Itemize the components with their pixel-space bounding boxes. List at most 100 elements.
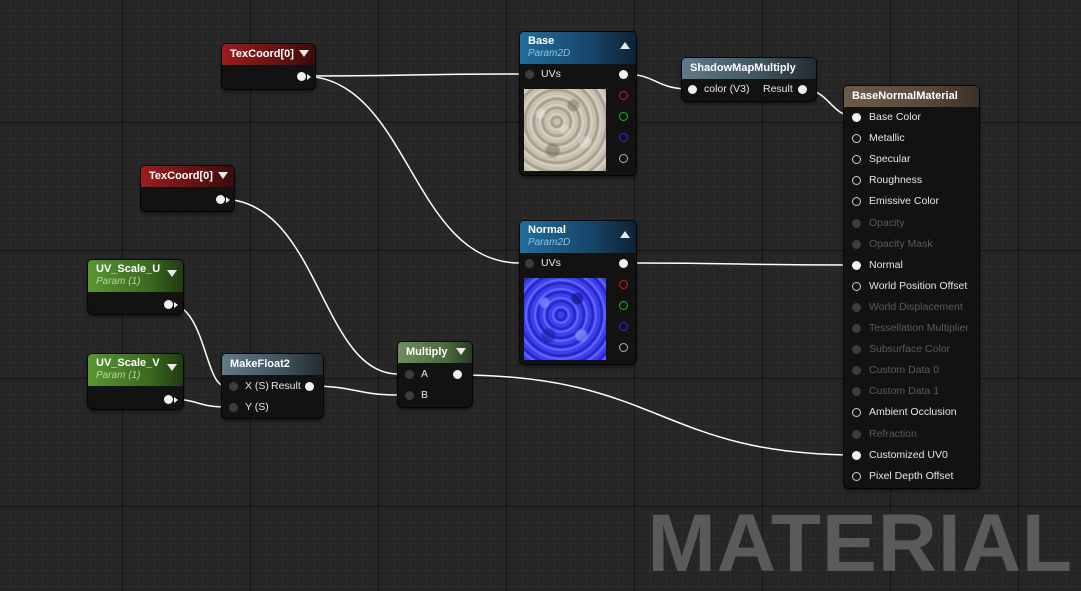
node-subtitle: Param (1) xyxy=(96,370,141,381)
output-pin[interactable] xyxy=(216,195,225,204)
input-pin-uvs[interactable] xyxy=(525,259,534,268)
output-pin[interactable] xyxy=(164,300,173,309)
material-input-pin[interactable] xyxy=(852,134,861,144)
material-input-pin[interactable] xyxy=(852,218,861,228)
collapse-arrow-icon[interactable] xyxy=(167,270,177,277)
base-texture-node[interactable]: Base Param2D UVs xyxy=(520,32,636,175)
output-pin[interactable] xyxy=(453,370,462,379)
material-input-pin[interactable] xyxy=(852,113,861,122)
collapse-arrow-icon[interactable] xyxy=(167,364,177,371)
output-pin-a[interactable] xyxy=(619,343,628,352)
material-input-label: Metallic xyxy=(869,132,905,145)
shadowmap-multiply-node[interactable]: ShadowMapMultiply color (V3) Result xyxy=(682,58,816,101)
base-texture-header[interactable]: Base Param2D xyxy=(520,32,636,64)
node-title: Base xyxy=(528,35,555,47)
wire-normal-to-material xyxy=(623,262,858,266)
node-title: Multiply xyxy=(406,346,448,358)
material-input-pin[interactable] xyxy=(852,450,861,460)
collapse-arrow-icon[interactable] xyxy=(620,231,630,238)
material-input-label: Emissive Color xyxy=(869,195,940,208)
output-pin-r[interactable] xyxy=(619,280,628,289)
material-watermark: MATERIAL xyxy=(647,498,1073,589)
output-pin-r[interactable] xyxy=(619,91,628,100)
material-input-pin[interactable] xyxy=(852,345,861,355)
pin-arrow-icon xyxy=(174,302,178,308)
normal-texture-header[interactable]: Normal Param2D xyxy=(520,221,636,253)
makefloat2-node[interactable]: MakeFloat2 X (S) Result Y (S) xyxy=(222,354,323,418)
material-input-pin[interactable] xyxy=(852,260,861,270)
material-input-pin[interactable] xyxy=(852,387,861,397)
uv-scale-u-node[interactable]: UV_Scale_U Param (1) xyxy=(88,260,183,314)
output-pin-g[interactable] xyxy=(619,301,628,310)
output-pin[interactable] xyxy=(164,395,173,404)
input-label-uvs: UVs xyxy=(541,68,561,80)
normal-texture-node[interactable]: Normal Param2D UVs xyxy=(520,221,636,364)
node-title: ShadowMapMultiply xyxy=(690,62,796,74)
node-subtitle: Param2D xyxy=(528,237,571,248)
collapse-arrow-icon[interactable] xyxy=(218,172,228,179)
normal-texture-preview xyxy=(524,278,606,360)
wire-multiply-to-customizeduv0 xyxy=(457,374,858,456)
input-label-color: color (V3) xyxy=(704,83,750,95)
output-pin-b[interactable] xyxy=(619,322,628,331)
input-pin-y[interactable] xyxy=(229,403,238,412)
material-input-pin[interactable] xyxy=(852,239,861,249)
material-input-pin[interactable] xyxy=(852,429,861,439)
material-input-pin[interactable] xyxy=(852,471,861,481)
multiply-header[interactable]: Multiply xyxy=(398,342,472,363)
pin-arrow-icon xyxy=(174,397,178,403)
material-result-header[interactable]: BaseNormalMaterial xyxy=(844,86,979,107)
material-input-label: Ambient Occlusion xyxy=(869,406,957,419)
uv-scale-v-header[interactable]: UV_Scale_V Param (1) xyxy=(88,354,183,386)
output-pin-result[interactable] xyxy=(305,382,314,391)
multiply-node[interactable]: Multiply A B xyxy=(398,342,472,407)
wire-makefloat2-to-multiply-b xyxy=(309,385,399,396)
texcoord-node-2[interactable]: TexCoord[0] xyxy=(141,166,234,211)
output-pin-rgb[interactable] xyxy=(619,70,628,79)
texcoord-node-2-header[interactable]: TexCoord[0] xyxy=(141,166,234,187)
output-pin-b[interactable] xyxy=(619,133,628,142)
input-pin-uvs[interactable] xyxy=(525,70,534,79)
output-label-result: Result xyxy=(763,83,793,95)
material-input-label: Refraction xyxy=(869,427,917,440)
node-title: UV_Scale_U xyxy=(96,263,161,275)
texcoord-node-1-header[interactable]: TexCoord[0] xyxy=(222,44,315,65)
output-pin-a[interactable] xyxy=(619,154,628,163)
collapse-arrow-icon[interactable] xyxy=(456,348,466,355)
input-pin-color[interactable] xyxy=(688,85,697,94)
base-texture-preview xyxy=(524,89,606,171)
material-input-pin[interactable] xyxy=(852,155,861,165)
material-result-node[interactable]: BaseNormalMaterial Base Color Metallic Spe… xyxy=(844,86,979,488)
collapse-arrow-icon[interactable] xyxy=(620,42,630,49)
input-pin-x[interactable] xyxy=(229,382,238,391)
material-input-pin[interactable] xyxy=(852,176,861,186)
material-input-pin[interactable] xyxy=(852,281,861,291)
node-title: TexCoord[0] xyxy=(149,170,213,182)
material-input-pin[interactable] xyxy=(852,366,861,376)
uv-scale-u-header[interactable]: UV_Scale_U Param (1) xyxy=(88,260,183,292)
input-label-y: Y (S) xyxy=(245,401,269,413)
material-input-pin[interactable] xyxy=(852,408,861,418)
material-input-label: Customized UV0 xyxy=(869,448,948,461)
output-pin-rgb[interactable] xyxy=(619,259,628,268)
material-input-pin[interactable] xyxy=(852,324,861,333)
input-label-b: B xyxy=(421,389,429,401)
texcoord-node-1[interactable]: TexCoord[0] xyxy=(222,44,315,89)
input-pin-b[interactable] xyxy=(405,391,414,400)
makefloat2-header[interactable]: MakeFloat2 xyxy=(222,354,323,375)
output-pin-result[interactable] xyxy=(798,85,807,94)
output-pin-g[interactable] xyxy=(619,112,628,121)
material-input-label: Subsurface Color xyxy=(869,343,951,356)
material-input-label: Pixel Depth Offset xyxy=(869,469,954,482)
uv-scale-v-node[interactable]: UV_Scale_V Param (1) xyxy=(88,354,183,409)
material-input-pin[interactable] xyxy=(852,302,861,312)
node-title: UV_Scale_V xyxy=(96,357,160,369)
collapse-arrow-icon[interactable] xyxy=(299,50,309,57)
node-title: BaseNormalMaterial xyxy=(852,90,958,102)
output-pin[interactable] xyxy=(297,72,306,81)
shadowmap-multiply-header[interactable]: ShadowMapMultiply xyxy=(682,58,816,79)
input-label-uvs: UVs xyxy=(541,257,561,269)
material-input-pin[interactable] xyxy=(852,197,861,207)
input-pin-a[interactable] xyxy=(405,370,414,379)
material-input-label: Tessellation Multiplier xyxy=(869,322,969,334)
